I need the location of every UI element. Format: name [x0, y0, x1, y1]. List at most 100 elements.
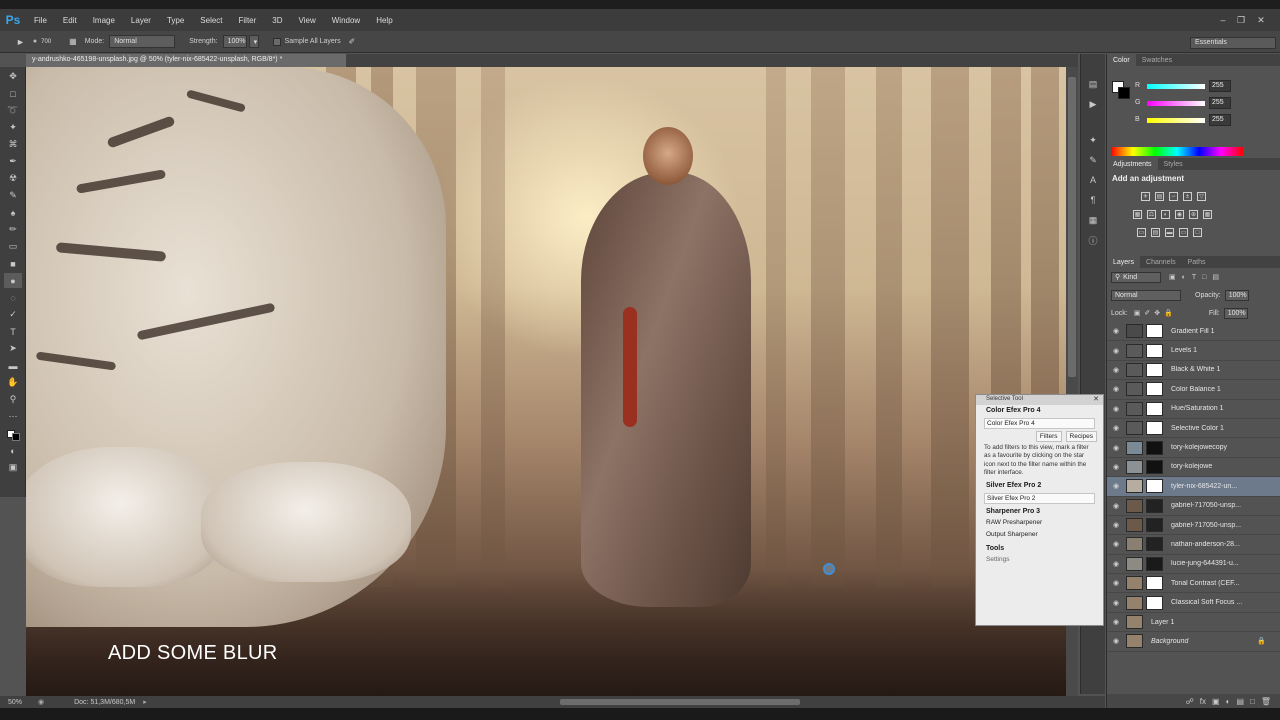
path-selection-tool-icon[interactable]: ➤	[4, 341, 22, 356]
color-spectrum[interactable]	[1111, 147, 1243, 156]
brush-tool-icon[interactable]: ✎	[4, 188, 22, 203]
raw-presharpener-item[interactable]: RAW Presharpener	[976, 517, 1103, 529]
vibrance-icon[interactable]: ▽	[1197, 192, 1206, 201]
photo-filter-icon[interactable]: ◉	[1175, 210, 1184, 219]
layer-row[interactable]: ◉ tory-kolejowecopy	[1107, 438, 1280, 458]
lock-all-icon[interactable]: 🔒	[1164, 309, 1173, 317]
close-icon[interactable]: ✕	[1093, 395, 1099, 403]
screen-mode-icon[interactable]: ▣	[4, 460, 22, 475]
menu-image[interactable]: Image	[85, 16, 123, 25]
curves-icon[interactable]: ∽	[1169, 192, 1178, 201]
visibility-eye-icon[interactable]: ◉	[1110, 405, 1122, 413]
layer-mask-thumbnail[interactable]	[1146, 537, 1163, 552]
layer-mask-thumbnail[interactable]	[1146, 440, 1163, 455]
menu-window[interactable]: Window	[324, 16, 368, 25]
lock-pixels-icon[interactable]: ✐	[1144, 309, 1150, 317]
layer-mask-thumbnail[interactable]	[1146, 382, 1163, 397]
zoom-level[interactable]: 50%	[8, 699, 30, 706]
layer-style-icon[interactable]: fx	[1200, 697, 1206, 706]
vertical-scroll-thumb[interactable]	[1068, 77, 1076, 377]
green-channel-value[interactable]: 255	[1209, 97, 1231, 109]
menu-type[interactable]: Type	[159, 16, 192, 25]
layer-row[interactable]: ◉ Gradient Fill 1	[1107, 322, 1280, 342]
color-balance-icon[interactable]: ⚖	[1147, 210, 1156, 219]
new-group-icon[interactable]: ▤	[1236, 697, 1244, 706]
more-tools-icon[interactable]: ⋯	[4, 409, 22, 424]
layer-mask-thumbnail[interactable]	[1146, 498, 1163, 513]
visibility-eye-icon[interactable]: ◉	[1110, 618, 1122, 626]
marquee-tool-icon[interactable]: □	[4, 86, 22, 101]
info-icon[interactable]: ⓘ	[1085, 232, 1101, 248]
brightness-contrast-icon[interactable]: ☀	[1141, 192, 1150, 201]
layer-kind-filter[interactable]: ⚲ Kind	[1111, 271, 1161, 283]
visibility-eye-icon[interactable]: ◉	[1110, 502, 1122, 510]
history-brush-tool-icon[interactable]: ✏	[4, 222, 22, 237]
visibility-eye-icon[interactable]: ◉	[1110, 327, 1122, 335]
rectangle-tool-icon[interactable]: ▬	[4, 358, 22, 373]
actions-icon[interactable]: ▶	[1085, 96, 1101, 112]
gradient-tool-icon[interactable]: ■	[4, 256, 22, 271]
gradient-map-icon[interactable]: ▭	[1179, 228, 1188, 237]
horizontal-scroll-thumb[interactable]	[560, 699, 800, 705]
visibility-eye-icon[interactable]: ◉	[1110, 521, 1122, 529]
workspace-select[interactable]: Essentials	[1190, 37, 1276, 49]
brush-panel-icon[interactable]: ▦	[69, 37, 77, 46]
layer-row[interactable]: ◉ Black & White 1	[1107, 361, 1280, 381]
silver-efex-item[interactable]: Silver Efex Pro 2	[984, 492, 1095, 504]
filter-adjustment-icon[interactable]: ◐	[1182, 274, 1186, 281]
strength-dropdown-icon[interactable]: ▾	[248, 35, 259, 48]
pen-tool-icon[interactable]: ✓	[4, 307, 22, 322]
tab-adjustments[interactable]: Adjustments	[1107, 158, 1158, 170]
lasso-tool-icon[interactable]: ➰	[4, 103, 22, 118]
layer-mask-thumbnail[interactable]	[1146, 595, 1163, 610]
filter-smart-object-icon[interactable]: ▤	[1212, 273, 1219, 281]
red-channel-value[interactable]: 255	[1209, 80, 1231, 92]
eraser-tool-icon[interactable]: ▭	[4, 239, 22, 254]
layer-row[interactable]: ◉ Classical Soft Focus ...	[1107, 593, 1280, 613]
filter-shape-icon[interactable]: □	[1202, 274, 1206, 281]
lock-transparency-icon[interactable]: ▣	[1134, 309, 1141, 317]
tab-swatches[interactable]: Swatches	[1136, 54, 1178, 66]
tab-paths[interactable]: Paths	[1182, 256, 1212, 268]
layer-mask-thumbnail[interactable]	[1146, 556, 1163, 571]
layer-mask-thumbnail[interactable]	[1146, 362, 1163, 377]
tab-filters[interactable]: Filters	[1035, 431, 1062, 442]
visibility-eye-icon[interactable]: ◉	[1110, 599, 1122, 607]
link-layers-icon[interactable]: ☍	[1186, 697, 1194, 706]
hue-saturation-icon[interactable]: ▦	[1133, 210, 1142, 219]
layer-mask-thumbnail[interactable]	[1146, 421, 1163, 436]
filter-type-icon[interactable]: T	[1192, 274, 1196, 281]
layer-row[interactable]: ◉ Hue/Saturation 1	[1107, 400, 1280, 419]
notes-icon[interactable]: ▦	[1085, 212, 1101, 228]
lock-position-icon[interactable]: ✥	[1154, 309, 1160, 317]
menu-layer[interactable]: Layer	[123, 16, 159, 25]
blue-channel-value[interactable]: 255	[1209, 114, 1231, 126]
sample-all-layers-checkbox[interactable]	[272, 37, 281, 46]
quick-select-tool-icon[interactable]: ✦	[4, 120, 22, 135]
visibility-eye-icon[interactable]: ◉	[1110, 366, 1122, 374]
visibility-eye-icon[interactable]: ◉	[1110, 637, 1122, 645]
filter-pixel-icon[interactable]: ▣	[1169, 273, 1176, 281]
visibility-eye-icon[interactable]: ◉	[1110, 482, 1122, 490]
invert-icon[interactable]: ▭	[1137, 228, 1146, 237]
hand-tool-icon[interactable]: ✋	[4, 375, 22, 390]
menu-help[interactable]: Help	[368, 16, 400, 25]
layer-row[interactable]: ◉ nathan-anderson-28...	[1107, 535, 1280, 555]
healing-brush-tool-icon[interactable]: ☢	[4, 171, 22, 186]
menu-edit[interactable]: Edit	[55, 16, 85, 25]
color-efex-header[interactable]: Color Efex Pro 4	[976, 405, 1103, 416]
finger-painting-icon[interactable]: ✐	[349, 37, 356, 46]
layer-row[interactable]: ◉ Tonal Contrast (CEF...	[1107, 574, 1280, 594]
layer-row[interactable]: ◉ Background 🔒	[1107, 632, 1280, 652]
new-layer-icon[interactable]: □	[1250, 697, 1255, 706]
add-mask-icon[interactable]: ▣	[1212, 697, 1220, 706]
layer-row[interactable]: ◉ Layer 1	[1107, 613, 1280, 633]
crop-tool-icon[interactable]: ⌘	[4, 137, 22, 152]
layer-row[interactable]: ◉ Selective Color 1	[1107, 419, 1280, 439]
visibility-eye-icon[interactable]: ◉	[1110, 347, 1122, 355]
color-efex-item[interactable]: Color Efex Pro 4	[984, 418, 1095, 429]
color-lookup-icon[interactable]: ▦	[1203, 210, 1212, 219]
layer-row[interactable]: ◉ Color Balance 1	[1107, 380, 1280, 400]
layer-mask-thumbnail[interactable]	[1146, 479, 1163, 494]
visibility-eye-icon[interactable]: ◉	[1110, 463, 1122, 471]
